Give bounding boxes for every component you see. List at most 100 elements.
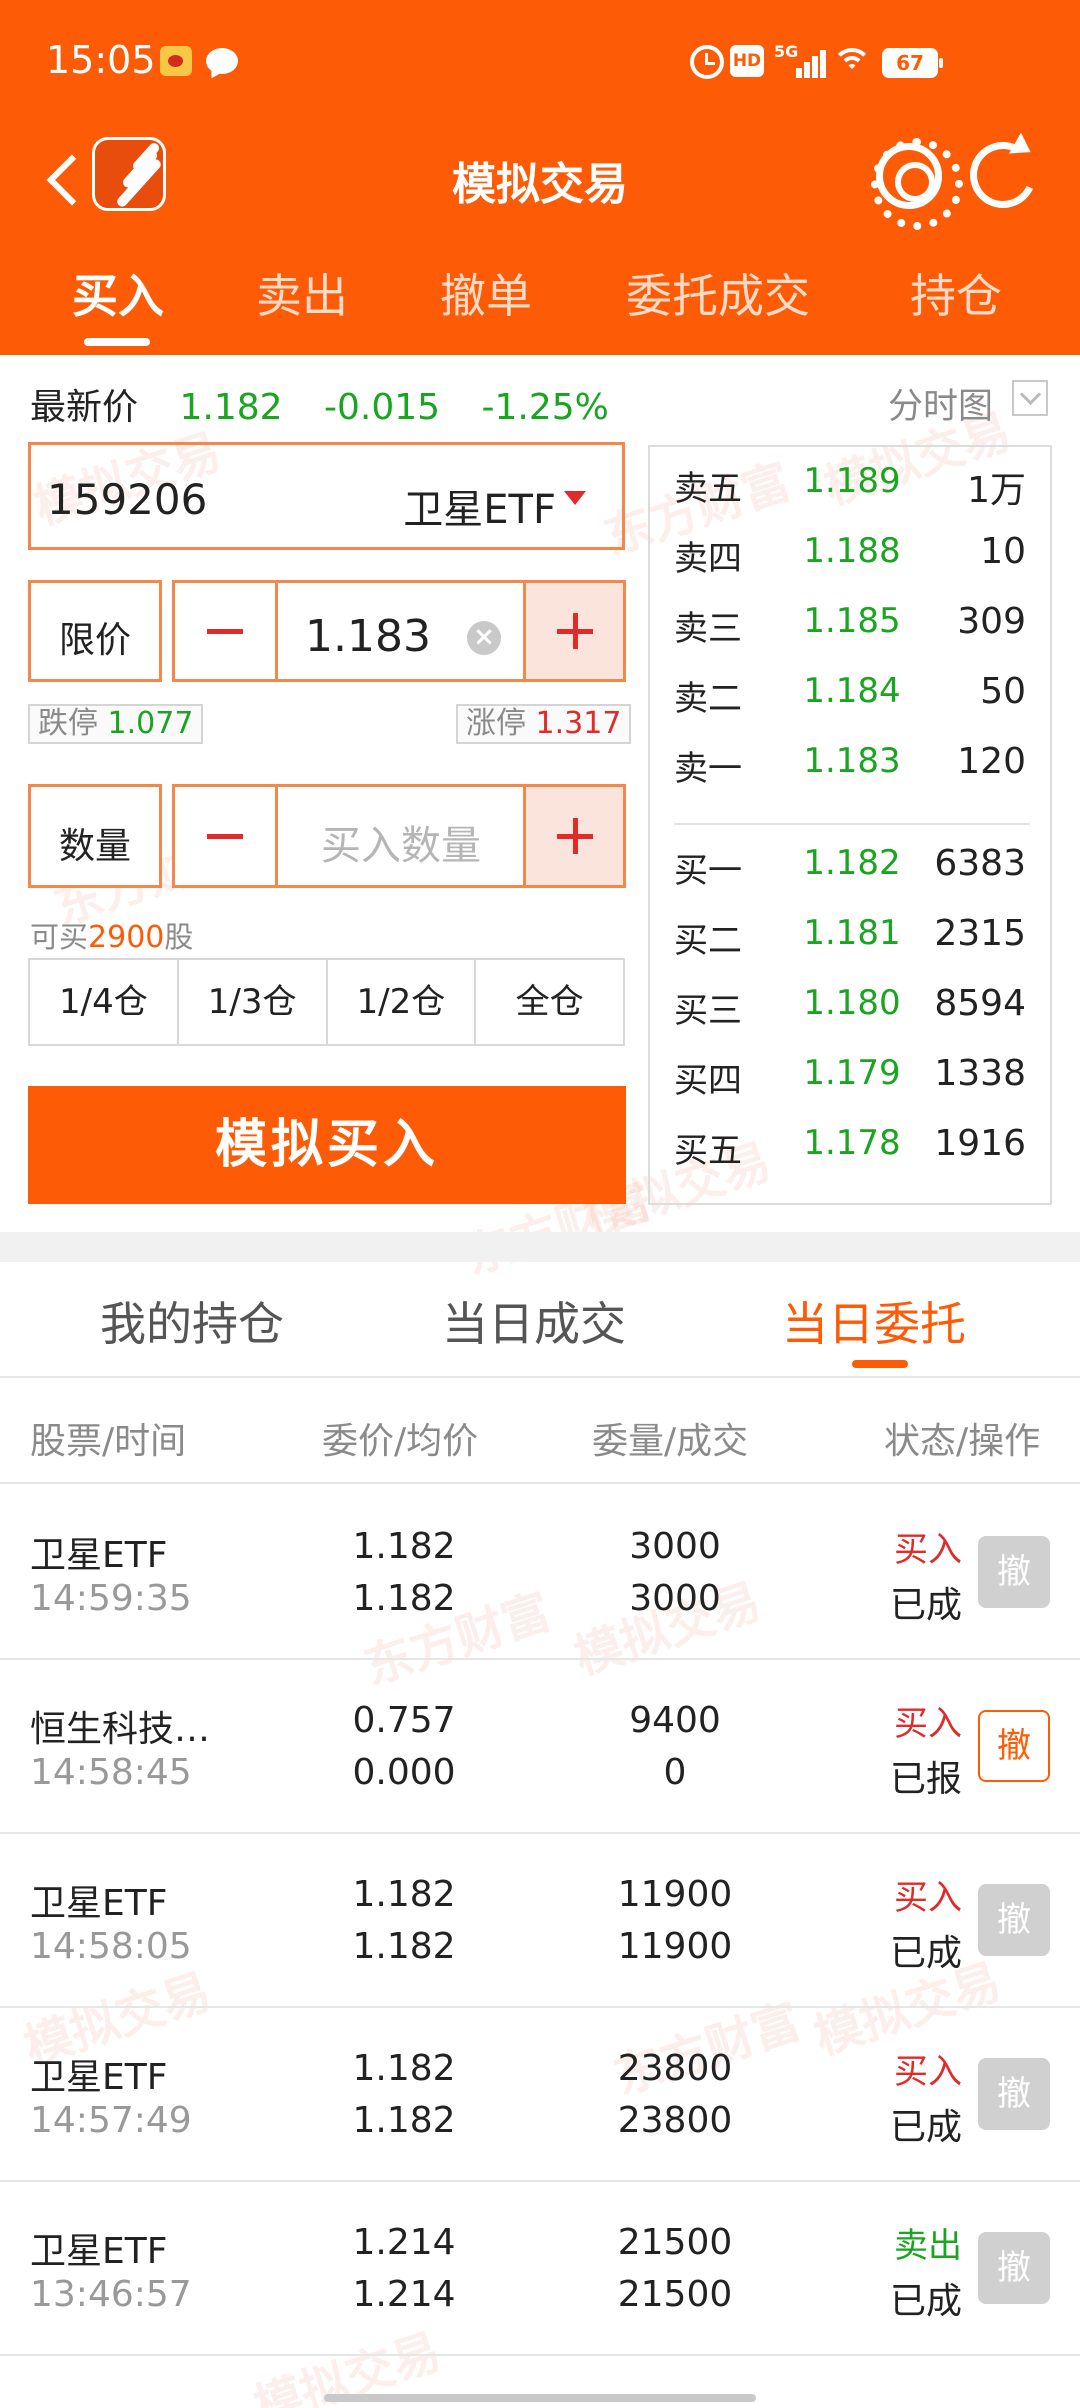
- order-side: 买入: [894, 2052, 962, 2092]
- price-increase-button[interactable]: [526, 583, 623, 679]
- home-indicator[interactable]: [324, 2394, 756, 2402]
- order-book-ask-row[interactable]: 卖二 1.184 50: [650, 657, 1050, 727]
- header: 15:05 HD 5G 67 模拟交易 买入 卖出 撤单 委托成交 持仓: [0, 0, 1080, 355]
- quantity-decrease-button[interactable]: [175, 787, 275, 885]
- half-position-button[interactable]: 1/2仓: [328, 960, 477, 1044]
- tab-today-orders[interactable]: 当日委托: [782, 1288, 966, 1354]
- filled-quantity: 23800: [617, 2100, 733, 2141]
- cellular-signal-icon: 5G: [774, 42, 826, 78]
- weibo-notification-icon: [160, 46, 192, 76]
- cancel-order-button[interactable]: 撤: [978, 1710, 1050, 1782]
- order-quantity: 11900: [617, 1874, 733, 1915]
- title-bar: 模拟交易: [0, 120, 1080, 235]
- average-price: 1.182: [352, 1578, 456, 1619]
- price-input[interactable]: 1.183: [305, 611, 431, 662]
- quarter-position-button[interactable]: 1/4仓: [30, 960, 179, 1044]
- ask-volume: 50: [980, 671, 1026, 712]
- order-row[interactable]: 卫星ETF 14:58:05 1.182 1.182 11900 11900 买…: [0, 1834, 1080, 2008]
- order-side: 买入: [894, 1704, 962, 1744]
- cancel-order-button[interactable]: 撤: [978, 2058, 1050, 2130]
- order-side: 买入: [894, 1530, 962, 1570]
- cancel-order-button[interactable]: 撤: [978, 1536, 1050, 1608]
- order-row[interactable]: 卫星ETF 13:46:57 1.214 1.214 21500 21500 卖…: [0, 2182, 1080, 2356]
- order-price: 1.182: [352, 1526, 456, 1567]
- intraday-chart-link[interactable]: 分时图: [888, 378, 993, 429]
- order-book-ask-row[interactable]: 卖一 1.183 120: [650, 727, 1050, 797]
- quantity-stepper: 买入数量: [172, 784, 626, 888]
- wifi-icon: [832, 44, 872, 78]
- order-book-ask-row[interactable]: 卖五 1.189 1万: [650, 447, 1050, 517]
- chevron-down-icon[interactable]: [1012, 380, 1048, 416]
- order-status: 已成: [890, 2281, 963, 2322]
- tab-cancel[interactable]: 撤单: [440, 260, 532, 326]
- limit-down-label: 跌停: [38, 706, 98, 741]
- latest-price-label: 最新价: [30, 387, 139, 428]
- limit-up-label: 涨停: [466, 706, 526, 741]
- orders-sub-tabs: 我的持仓 当日成交 当日委托: [0, 1262, 1080, 1378]
- order-book-bid-row[interactable]: 买四 1.179 1338: [650, 1039, 1050, 1109]
- bid-volume: 8594: [934, 983, 1026, 1024]
- limit-down-tag: 跌停 1.077: [28, 704, 204, 744]
- ask-level-label: 卖四: [674, 539, 742, 579]
- order-status: 已成: [890, 1585, 963, 1626]
- order-book-ask-row[interactable]: 卖三 1.185 309: [650, 587, 1050, 657]
- bid-price: 1.182: [803, 843, 901, 883]
- tab-orders-trades[interactable]: 委托成交: [626, 260, 810, 326]
- clear-icon[interactable]: ×: [467, 621, 501, 655]
- stock-code-field[interactable]: 159206 卫星ETF: [28, 442, 625, 550]
- tab-buy[interactable]: 买入: [72, 260, 164, 326]
- order-book-ask-row[interactable]: 卖四 1.188 10: [650, 517, 1050, 587]
- position-size-buttons: 1/4仓 1/3仓 1/2仓 全仓: [28, 958, 625, 1046]
- order-quantity: 23800: [617, 2048, 733, 2089]
- full-position-button[interactable]: 全仓: [476, 960, 623, 1044]
- order-stock-name: 卫星ETF: [30, 2231, 168, 2272]
- price-change: -0.015: [323, 387, 441, 428]
- price-decrease-button[interactable]: [175, 583, 275, 679]
- alarm-icon: [690, 45, 724, 79]
- order-type-selector[interactable]: 限价: [28, 580, 162, 682]
- quantity-input[interactable]: 买入数量: [321, 813, 481, 871]
- battery-icon: 67: [882, 48, 943, 78]
- settings-gear-icon[interactable]: [871, 138, 963, 230]
- quantity-increase-button[interactable]: [526, 787, 623, 885]
- tab-sell[interactable]: 卖出: [256, 260, 348, 326]
- order-stock-name: 卫星ETF: [30, 1535, 168, 1576]
- cancel-order-button[interactable]: 撤: [978, 1884, 1050, 1956]
- tab-positions[interactable]: 持仓: [910, 260, 1002, 326]
- order-time: 14:58:05: [30, 1926, 192, 1967]
- simulated-buy-button[interactable]: 模拟买入: [28, 1086, 626, 1204]
- order-price: 1.214: [352, 2222, 456, 2263]
- can-buy-suffix: 股: [164, 920, 194, 954]
- order-book-bid-row[interactable]: 买二 1.181 2315: [650, 899, 1050, 969]
- order-book-bid-row[interactable]: 买三 1.180 8594: [650, 969, 1050, 1039]
- quantity-label: 数量: [58, 826, 131, 867]
- bid-volume: 6383: [934, 843, 1026, 884]
- latest-price-line: 最新价 1.182 -0.015 -1.25%: [30, 378, 639, 430]
- order-row[interactable]: 卫星ETF 14:57:49 1.182 1.182 23800 23800 买…: [0, 2008, 1080, 2182]
- order-quantity: 9400: [629, 1700, 721, 1741]
- filled-quantity: 3000: [629, 1578, 721, 1619]
- caret-down-icon[interactable]: [564, 491, 586, 505]
- filled-quantity: 21500: [617, 2274, 733, 2315]
- stock-name: 卫星ETF: [403, 487, 556, 533]
- tab-my-positions[interactable]: 我的持仓: [100, 1288, 284, 1354]
- price-change-pct: -1.25%: [481, 387, 609, 428]
- cancel-order-button[interactable]: 撤: [978, 2232, 1050, 2304]
- order-time: 14:57:49: [30, 2100, 192, 2141]
- third-position-button[interactable]: 1/3仓: [179, 960, 328, 1044]
- order-row[interactable]: 卫星ETF 14:59:35 1.182 1.182 3000 3000 买入 …: [0, 1486, 1080, 1660]
- order-book: 卖五 1.189 1万 卖四 1.188 10 卖三 1.185 309 卖二 …: [648, 445, 1052, 1205]
- order-time: 13:46:57: [30, 2274, 192, 2315]
- ask-price: 1.185: [803, 601, 901, 641]
- bid-level-label: 买五: [674, 1131, 742, 1171]
- active-sub-tab-indicator: [852, 1360, 908, 1368]
- ask-level-label: 卖一: [674, 749, 742, 789]
- average-price: 1.182: [352, 1926, 456, 1967]
- order-row[interactable]: 恒生科技… 14:58:45 0.757 0.000 9400 0 买入 已报 …: [0, 1660, 1080, 1834]
- ask-price: 1.189: [803, 461, 901, 501]
- tab-today-trades[interactable]: 当日成交: [442, 1288, 626, 1354]
- order-book-bid-row[interactable]: 买五 1.178 1916: [650, 1109, 1050, 1179]
- order-price: 0.757: [352, 1700, 456, 1741]
- section-divider: [0, 1232, 1080, 1262]
- order-book-bid-row[interactable]: 买一 1.182 6383: [650, 829, 1050, 899]
